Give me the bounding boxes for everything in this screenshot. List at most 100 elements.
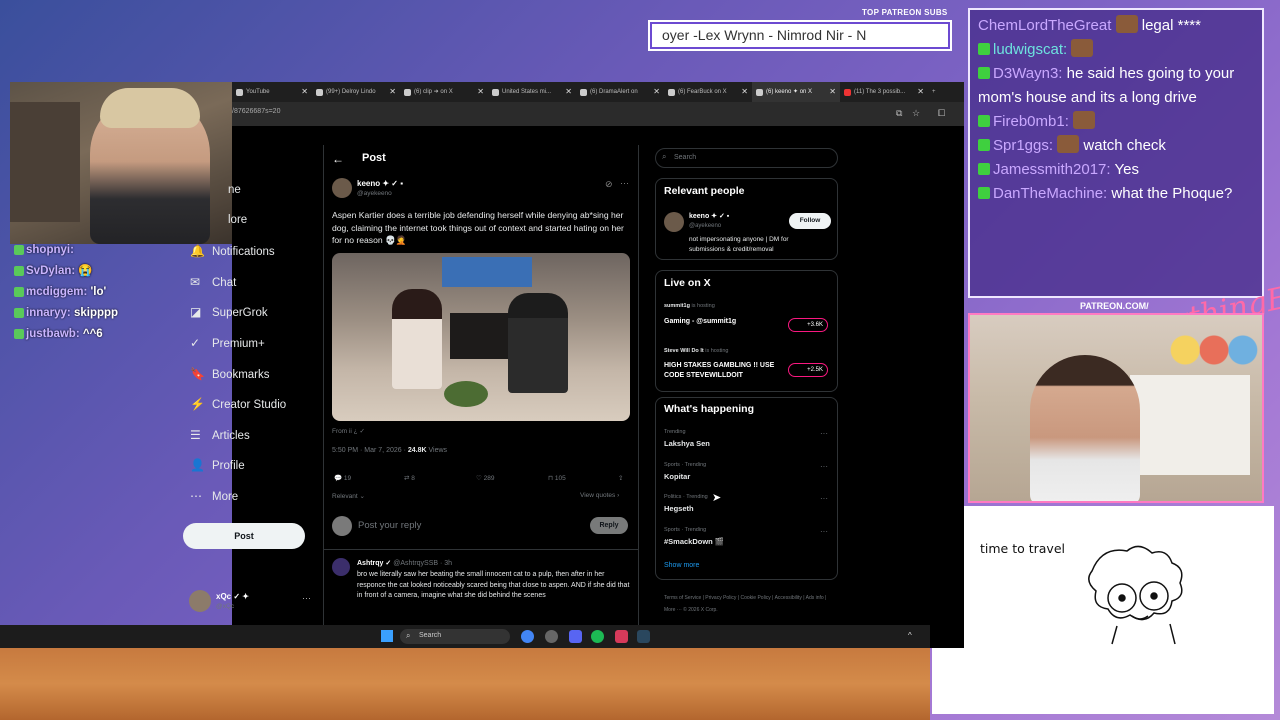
trend-name[interactable]: Hegseth [664, 504, 694, 513]
spotify-icon[interactable] [591, 630, 604, 643]
trend-name[interactable]: #SmackDown 🎬 [664, 537, 724, 546]
browser-tab[interactable]: (99+) Delroy Lindo ✕ [312, 82, 400, 102]
divider [324, 549, 638, 550]
nav-item-premium[interactable]: ✓ Premium+ [190, 330, 265, 356]
live-listener-count[interactable]: +2.5K [788, 363, 828, 377]
bookmark-action[interactable]: ⊓ 105 [548, 474, 566, 482]
grok-icon[interactable]: ⊘ [605, 179, 613, 190]
nav-item-articles[interactable]: ☰ Articles [190, 422, 250, 448]
live-listener-count[interactable]: +3.6K [788, 318, 828, 332]
relevant-person-avatar[interactable] [664, 212, 684, 232]
settings-icon[interactable] [545, 630, 558, 643]
live-title[interactable]: HIGH STAKES GAMBLING !! USE CODE STEVEWI… [664, 361, 779, 380]
webcam-left [10, 82, 232, 244]
browser-tab[interactable]: (6) DramaAlert on ✕ [576, 82, 664, 102]
browser-tab[interactable]: (11) The 3 possib... ✕ [840, 82, 928, 102]
trend-more-icon[interactable]: ··· [820, 462, 828, 471]
nav-label: SuperGrok [212, 307, 268, 319]
post-video[interactable] [332, 253, 630, 421]
close-icon[interactable]: ✕ [389, 82, 396, 102]
back-arrow-icon[interactable]: ← [332, 152, 344, 166]
author-name[interactable]: keeno ✦ ✓ ▪ [357, 179, 403, 188]
browser-tab[interactable]: (6) FearBuck on X ✕ [664, 82, 752, 102]
nav-item-notifications[interactable]: 🔔 Notifications [190, 238, 275, 264]
close-icon[interactable]: ✕ [477, 82, 484, 102]
url-text[interactable]: /87626687s=20 [232, 108, 280, 115]
discord-icon[interactable] [569, 630, 582, 643]
reply-sort-dropdown[interactable]: Relevant ⌄ [332, 492, 365, 500]
close-icon[interactable]: ✕ [741, 82, 748, 102]
relevant-person-name[interactable]: keeno ✦ ✓ ▪ [689, 212, 729, 220]
favicon-icon [316, 89, 323, 96]
close-icon[interactable]: ✕ [829, 82, 836, 102]
view-quotes-link[interactable]: View quotes › [580, 492, 619, 499]
trend-more-icon[interactable]: ··· [820, 429, 828, 438]
new-tab-button[interactable]: + [928, 82, 948, 102]
show-more-link[interactable]: Show more [664, 562, 699, 569]
webcam-person [1030, 355, 1140, 501]
account-menu-icon[interactable]: ··· [302, 593, 311, 603]
account-handle[interactable]: @xQc [216, 603, 234, 610]
reply-action[interactable]: 💬 19 [334, 474, 351, 482]
taskbar-search[interactable] [400, 629, 510, 644]
trend-name[interactable]: Kopitar [664, 472, 690, 481]
post-timestamp: 5:50 PM · Mar 7, 2026 · 24.8K Views [332, 447, 447, 454]
nav-label: Bookmarks [212, 369, 270, 381]
chat-message: Jamessmith2017: Yes [978, 158, 1254, 182]
relevant-person-handle[interactable]: @ayekeeno [689, 223, 721, 229]
reply-input[interactable]: Post your reply [358, 520, 421, 531]
reply-button[interactable]: Reply [590, 517, 628, 534]
close-icon[interactable]: ✕ [565, 82, 572, 102]
like-action[interactable]: ♡ 289 [476, 474, 495, 482]
nav-item-supergrok[interactable]: ◪ SuperGrok [190, 299, 268, 325]
live-host-name: Steve Will Do It [664, 348, 704, 354]
browser-tab[interactable]: United States mi... ✕ [488, 82, 576, 102]
nav-item-explore[interactable]: lore [228, 207, 247, 233]
bookmark-star-icon[interactable]: ☆ [912, 108, 920, 119]
taskbar-search-label[interactable]: Search [419, 632, 441, 639]
compose-post-button[interactable]: Post [183, 523, 305, 549]
windows-start-icon[interactable] [381, 630, 393, 642]
author-avatar[interactable] [332, 178, 352, 198]
nav-item-profile[interactable]: 👤 Profile [190, 452, 245, 478]
close-icon[interactable]: ✕ [301, 82, 308, 102]
nav-label: Profile [212, 460, 245, 472]
live-host[interactable]: summit1g is hosting [664, 303, 715, 309]
nav-item-more[interactable]: ⋯ More [190, 483, 238, 509]
account-name[interactable]: xQc ✓ ✦ [216, 592, 249, 601]
chrome-icon[interactable] [521, 630, 534, 643]
live-title[interactable]: Gaming - @summit1g [664, 317, 736, 327]
reply-author[interactable]: Ashtrqy ✓ @AshtrqySSB · 3h [357, 559, 452, 567]
nav-item-home[interactable]: ne [228, 177, 241, 203]
nav-item-creator-studio[interactable]: ⚡ Creator Studio [190, 391, 286, 417]
trend-more-icon[interactable]: ··· [820, 494, 828, 503]
browser-tab-active[interactable]: (6) keeno ✦ on X ✕ [752, 82, 840, 102]
repost-action[interactable]: ⇄ 8 [404, 474, 415, 482]
video-source[interactable]: From ii ¿ ✓ [332, 427, 365, 435]
extensions-puzzle-icon[interactable]: ⧠ [938, 108, 945, 119]
close-icon[interactable]: ✕ [917, 82, 924, 102]
close-icon[interactable]: ✕ [653, 82, 660, 102]
trend-more-icon[interactable]: ··· [820, 527, 828, 536]
webcam-person-hair [100, 88, 200, 128]
post-more-icon[interactable]: ··· [620, 178, 629, 188]
follow-button[interactable]: Follow [789, 213, 831, 229]
browser-tab[interactable]: YouTube ✕ [232, 82, 312, 102]
steam-icon[interactable] [637, 630, 650, 643]
trend-name[interactable]: Lakshya Sen [664, 439, 710, 448]
nav-item-bookmarks[interactable]: 🔖 Bookmarks [190, 361, 270, 387]
browser-tab[interactable]: (6) clip ➜ on X ✕ [400, 82, 488, 102]
share-icon[interactable]: ⇪ [618, 474, 623, 482]
search-placeholder[interactable]: Search [674, 154, 696, 161]
address-bar[interactable] [232, 102, 964, 126]
extension-icon[interactable]: ⧉ [896, 108, 902, 119]
nav-item-chat[interactable]: ✉ Chat [190, 269, 236, 295]
live-host[interactable]: Steve Will Do It is hosting [664, 348, 728, 354]
footer-links[interactable]: Terms of Service | Privacy Policy | Cook… [664, 592, 834, 616]
app-icon[interactable] [615, 630, 628, 643]
tray-chevron-icon[interactable]: ^ [908, 631, 912, 640]
author-handle[interactable]: @ayekeeno [357, 190, 392, 197]
reply-author-avatar[interactable] [332, 558, 350, 576]
emote-icon [1071, 39, 1094, 57]
account-avatar[interactable] [189, 590, 211, 612]
